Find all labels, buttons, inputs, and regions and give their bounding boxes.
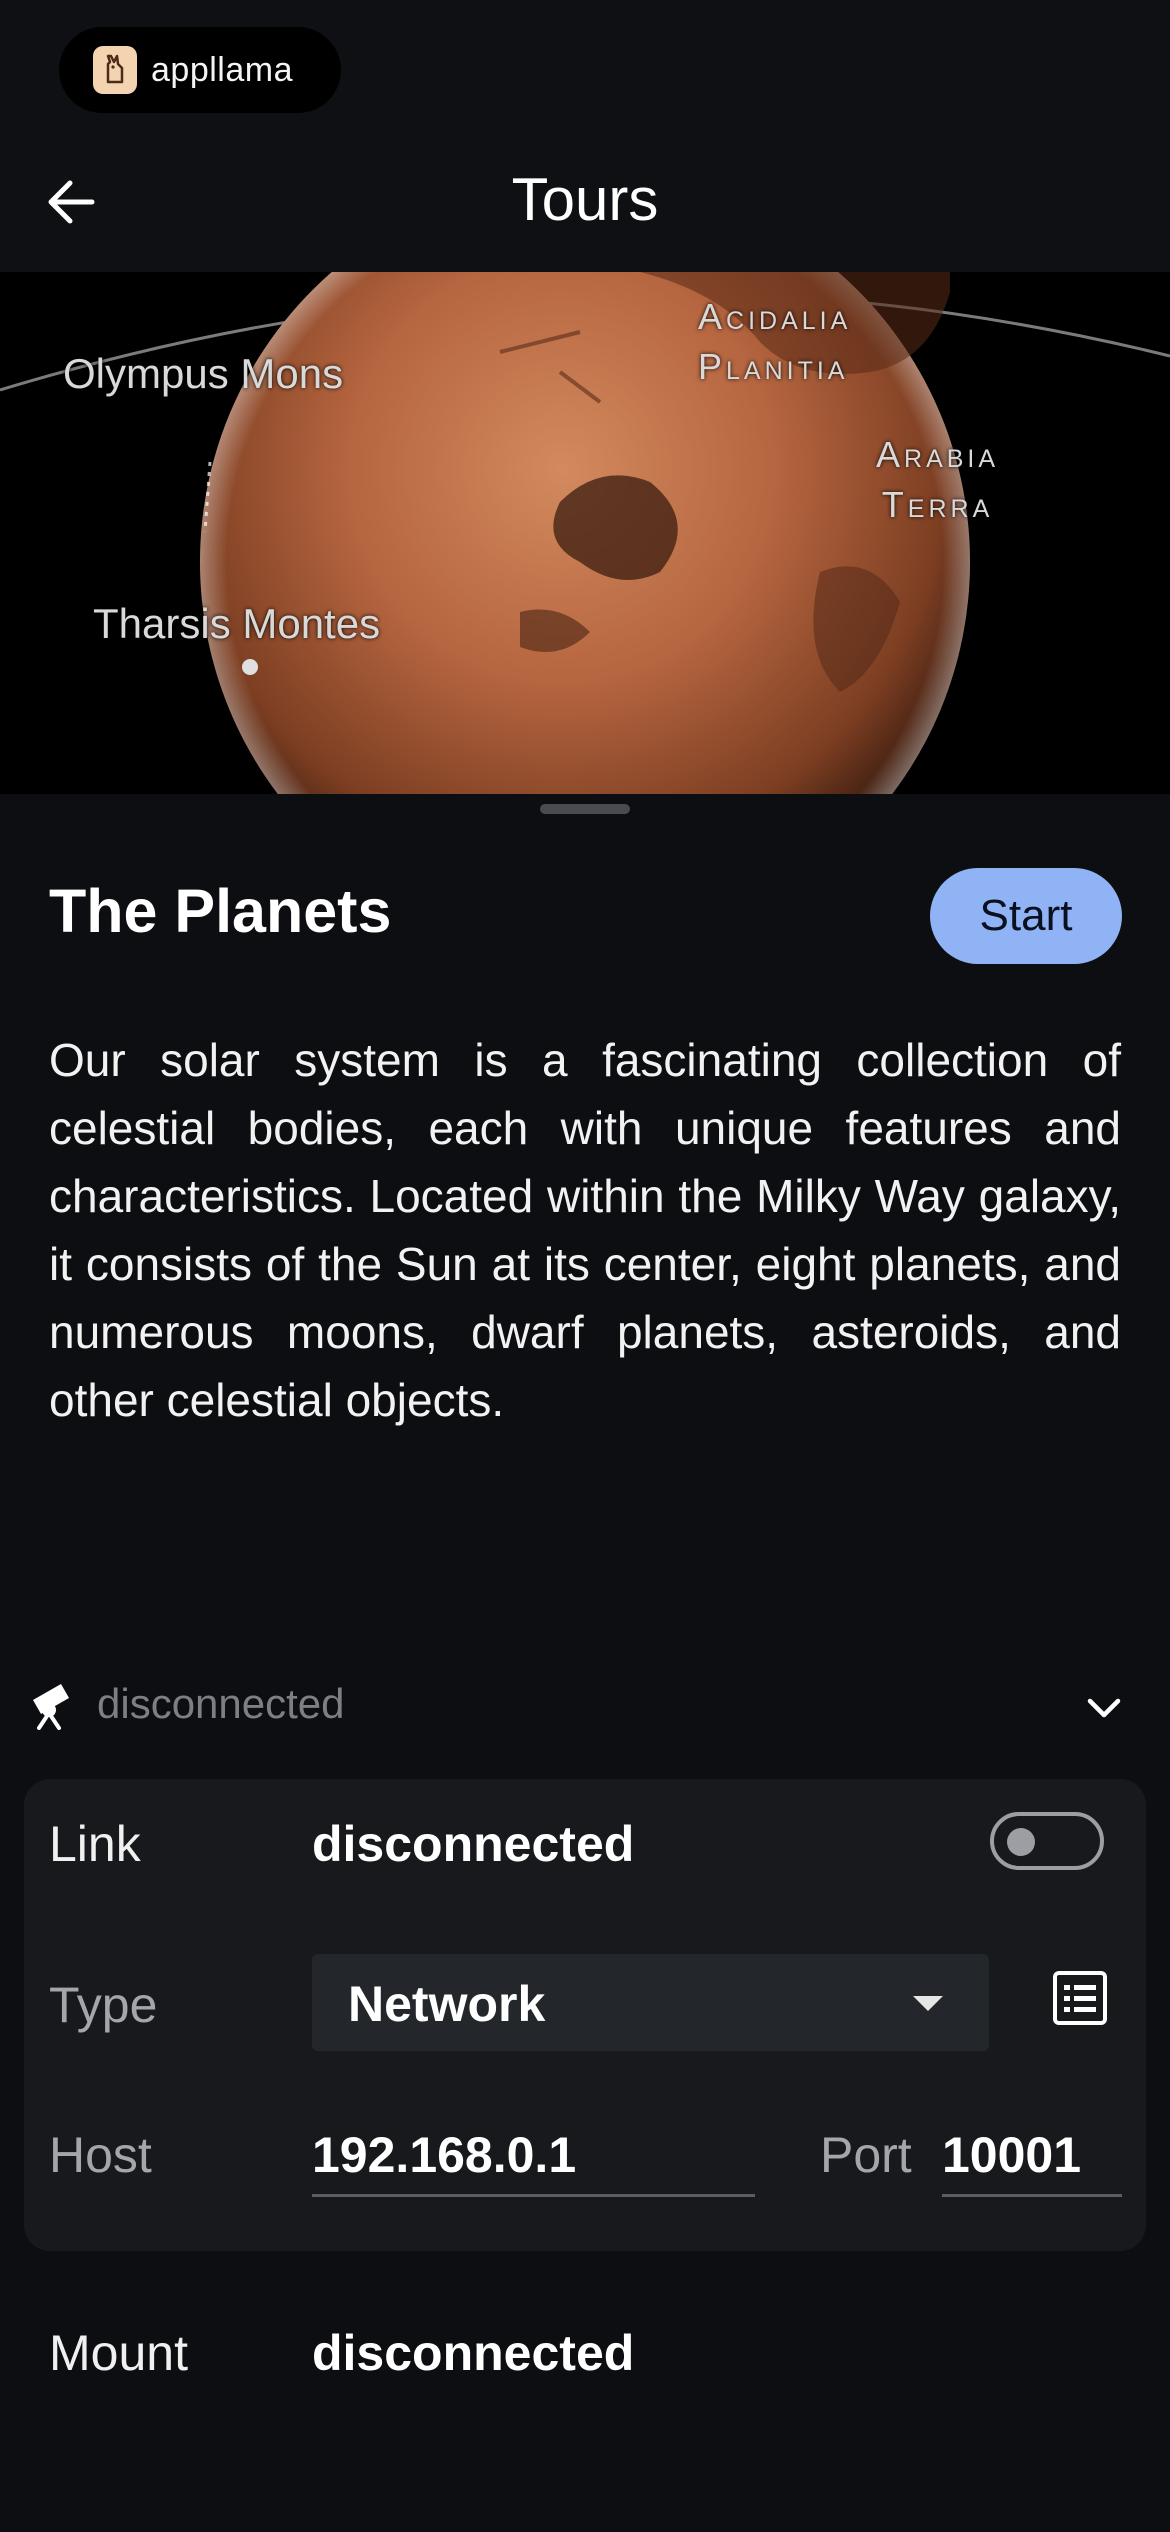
brand-name: appllama (151, 50, 293, 89)
port-label: Port (820, 2127, 912, 2183)
toggle-knob (1007, 1828, 1035, 1856)
chevron-down-icon[interactable] (1082, 1686, 1126, 1730)
tour-description: Our solar system is a fascinating collec… (49, 1034, 1121, 1426)
label-arabia-line1: Arabia (876, 434, 1000, 475)
hero-image-mars: Olympus Mons Tharsis Montes Acidalia Pla… (0, 272, 1170, 794)
label-acidalia-line1: Acidalia (698, 296, 852, 337)
type-select[interactable]: Network (312, 1954, 989, 2051)
port-input-value: 10001 (942, 2127, 1082, 2183)
label-tharsis-montes: Tharsis Montes (93, 600, 381, 647)
label-acidalia: Acidalia Planitia (698, 292, 851, 392)
device-list-icon[interactable] (1050, 1968, 1110, 2028)
caret-down-icon (913, 1996, 943, 2011)
link-toggle[interactable] (990, 1812, 1104, 1870)
tour-title: The Planets (49, 877, 392, 945)
mount-value: disconnected (312, 2325, 635, 2381)
mount-label: Mount (49, 2325, 188, 2381)
host-label: Host (49, 2127, 152, 2183)
type-label: Type (49, 1977, 158, 2033)
top-bar: appllama Tours (0, 0, 1170, 272)
label-olympus-mons: Olympus Mons (63, 350, 344, 397)
telescope-status-text: disconnected (97, 1680, 345, 1727)
label-acidalia-line2: Planitia (698, 346, 849, 387)
telescope-status-row[interactable]: disconnected (0, 1652, 1170, 1756)
llama-icon (93, 46, 137, 94)
start-button[interactable]: Start (930, 868, 1122, 964)
link-label: Link (49, 1816, 141, 1872)
port-input[interactable]: 10001 (942, 2114, 1122, 2197)
connection-panel: Link disconnected Type Network Host 192.… (24, 1779, 1146, 2251)
host-input[interactable]: 192.168.0.1 (312, 2114, 755, 2197)
label-arabia-line2: Terra (881, 484, 994, 525)
drag-handle[interactable] (540, 804, 630, 814)
brand-badge: appllama (59, 27, 341, 113)
telescope-icon (33, 1684, 69, 1730)
tour-sheet: The Planets Start Our solar system is a … (0, 794, 1170, 2532)
host-input-value: 192.168.0.1 (312, 2127, 577, 2183)
link-value: disconnected (312, 1816, 635, 1872)
type-select-value: Network (348, 1976, 546, 2032)
page-title: Tours (511, 166, 659, 233)
label-arabia-terra: Arabia Terra (876, 430, 999, 530)
